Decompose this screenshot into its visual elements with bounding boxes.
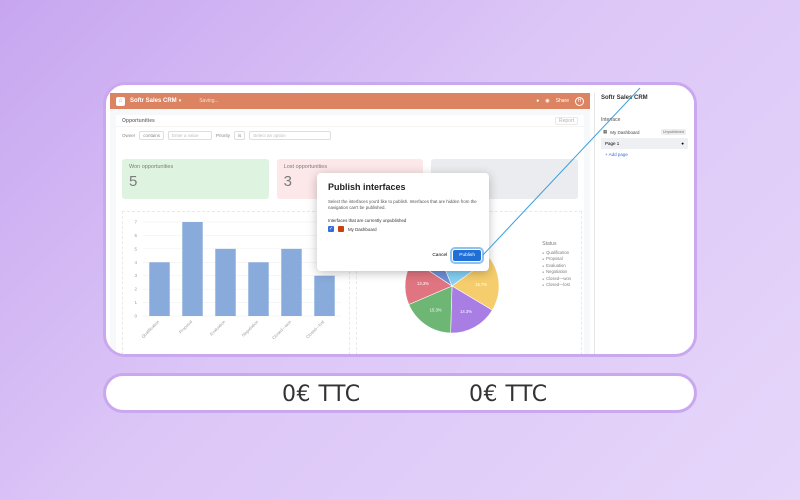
interface-sidebar: Softr Sales CRM Interface ▦ My Dashboard… [594,93,694,354]
interface-app-icon [338,226,344,232]
checkbox-checked-icon[interactable]: ✓ [328,226,334,232]
modal-actions: Cancel Publish [432,247,484,264]
sidebar-section-title: Interface [601,117,621,123]
cancel-button[interactable]: Cancel [432,253,447,258]
dashboard-icon: ▦ [603,129,608,134]
price-label: 0€ TTC [469,382,548,407]
sidebar-item-dashboard[interactable]: ▦ My Dashboard Unpublished [595,126,694,138]
interface-name: My Dashboard [348,226,377,232]
sidebar-item-page[interactable]: Page 1 ● [601,138,688,149]
status-badge: Unpublished [660,129,686,135]
add-page-button[interactable]: + Add page [595,149,694,160]
publish-modal: Publish interfaces Select the interfaces… [317,173,489,271]
price-label: 0€ TTC [282,382,361,407]
modal-description: Select the interfaces you'd like to publ… [328,199,477,210]
screenshot-frame: ⌂ Softr Sales CRM ▾ Saving... ● ◉ Share … [103,82,697,357]
interface-list-item[interactable]: ✓ My Dashboard [328,226,478,232]
dot-icon: ● [681,141,684,146]
price-bar: 0€ TTC 0€ TTC [103,373,697,413]
dashboard-label: My Dashboard [610,129,640,135]
page-label: Page 1 [605,141,620,146]
modal-title: Publish interfaces [328,182,406,192]
publish-button[interactable]: Publish [450,247,484,264]
unpublished-list-label: Interfaces that are currently unpublishe… [328,218,407,223]
sidebar-app-name: Softr Sales CRM [601,95,648,101]
